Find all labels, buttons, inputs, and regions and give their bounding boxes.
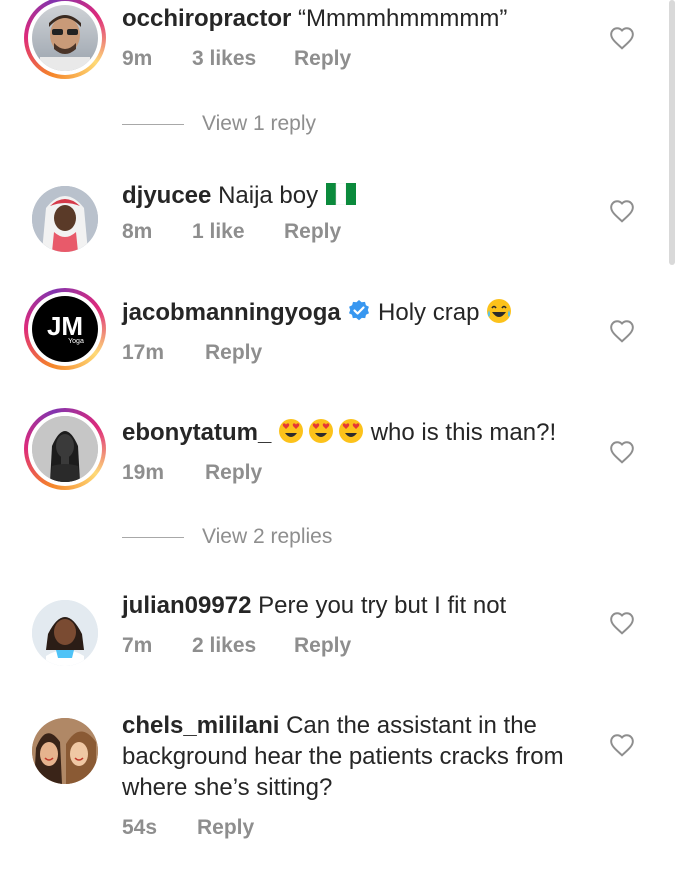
scrollbar[interactable] (669, 0, 675, 265)
comment-body: Pere you try but I fit not (258, 592, 507, 619)
reply-button[interactable]: Reply (197, 816, 254, 840)
tears-of-joy-emoji (487, 299, 512, 323)
avatar[interactable] (24, 408, 106, 490)
view-replies-button[interactable]: View 2 replies (122, 525, 332, 549)
comment-time: 7m (122, 634, 153, 657)
comment-meta: 8m 1 like Reply (122, 220, 341, 244)
view-replies-label[interactable]: View 1 reply (202, 112, 316, 136)
avatar[interactable]: JM Yoga (24, 288, 106, 370)
divider-line (122, 123, 184, 125)
comment-username[interactable]: jacobmanningyoga (122, 299, 341, 326)
comment-username[interactable]: ebonytatum_ (122, 419, 271, 446)
likes-count[interactable]: 2 likes (192, 634, 294, 658)
avatar[interactable] (24, 710, 106, 792)
comment-time: 8m (122, 220, 153, 243)
heart-eyes-emoji (339, 419, 364, 443)
heart-outline-icon[interactable] (609, 611, 635, 635)
comment-text: occhiropractor “Mmmmhmmmmm” (122, 3, 595, 34)
heart-outline-icon[interactable] (609, 319, 635, 343)
comment-meta: 19m Reply (122, 461, 262, 485)
comment-body: Naija boy (218, 182, 319, 209)
reply-button[interactable]: Reply (294, 47, 351, 71)
heart-outline-icon[interactable] (609, 26, 635, 50)
comment-body: Holy crap (378, 299, 480, 326)
likes-count[interactable]: 3 likes (192, 47, 294, 71)
verified-badge-icon (349, 300, 370, 321)
heart-eyes-emoji (309, 419, 334, 443)
comment-meta: 17m Reply (122, 341, 262, 365)
comment-username[interactable]: julian09972 (122, 592, 251, 619)
avatar[interactable] (24, 178, 106, 260)
comment-time: 9m (122, 47, 153, 70)
reply-button[interactable]: Reply (294, 634, 351, 658)
avatar[interactable] (24, 592, 106, 674)
comment-meta: 9m 3 likes Reply (122, 47, 351, 71)
heart-outline-icon[interactable] (609, 733, 635, 757)
comment-username[interactable]: occhiropractor (122, 5, 291, 32)
comment-meta: 7m 2 likes Reply (122, 634, 351, 658)
heart-eyes-emoji (279, 419, 304, 443)
comment-text: ebonytatum_ who is this man?! (122, 417, 595, 448)
divider-line (122, 536, 184, 538)
reply-button[interactable]: Reply (205, 341, 262, 365)
avatar-logo-subtext: Yoga (68, 337, 84, 345)
heart-outline-icon[interactable] (609, 440, 635, 464)
comment-username[interactable]: chels_mililani (122, 712, 279, 739)
view-replies-button[interactable]: View 1 reply (122, 112, 316, 136)
comment-text: djyucee Naija boy (122, 180, 595, 211)
comment-body: who is this man?! (370, 419, 557, 446)
reply-button[interactable]: Reply (205, 461, 262, 485)
comment-username[interactable]: djyucee (122, 182, 211, 209)
comment-text: julian09972 Pere you try but I fit not (122, 590, 595, 621)
view-replies-label[interactable]: View 2 replies (202, 525, 332, 549)
nigeria-flag-emoji (325, 183, 356, 205)
likes-count[interactable]: 1 like (192, 220, 284, 244)
comment-meta: 54s Reply (122, 816, 254, 840)
reply-button[interactable]: Reply (284, 220, 341, 244)
comment-text: chels_mililani Can the assistant in the … (122, 710, 572, 803)
comment-body: “Mmmmhmmmmm” (298, 5, 508, 32)
avatar[interactable] (24, 0, 106, 79)
comment-text: jacobmanningyoga Holy crap (122, 297, 595, 328)
comment-time: 19m (122, 461, 165, 484)
heart-outline-icon[interactable] (609, 199, 635, 223)
comment-time: 54s (122, 816, 158, 839)
avatar-logo-text: JM (46, 310, 84, 341)
comment-time: 17m (122, 341, 165, 364)
